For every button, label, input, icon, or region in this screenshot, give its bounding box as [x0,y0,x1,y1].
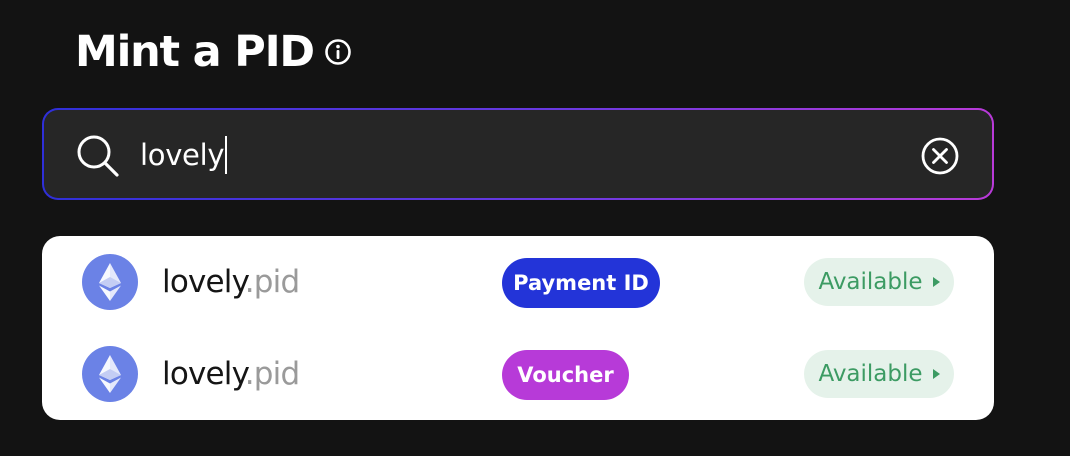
status-label: Available [818,361,923,387]
clear-search-icon[interactable] [920,136,960,176]
pid-name-base: lovely [162,264,246,300]
text-cursor [225,136,228,174]
caret-right-icon [932,277,940,287]
page-title: Mint a PID [75,26,315,77]
info-icon[interactable] [324,38,352,66]
available-button[interactable]: Available [804,350,954,398]
pid-name-tld: .pid [244,264,300,300]
pid-name: lovely.pid [162,261,300,303]
result-row[interactable]: lovely.pid Payment ID Available [42,236,994,328]
pid-name: lovely.pid [162,353,300,395]
search-icon [74,132,122,180]
search-input[interactable]: lovely [140,134,228,176]
search-box[interactable]: lovely [44,110,992,198]
pid-name-base: lovely [162,356,246,392]
voucher-tag: Voucher [502,350,629,400]
result-row[interactable]: lovely.pid Voucher Available [42,328,994,420]
search-field[interactable]: lovely [42,108,994,200]
title-row: Mint a PID [75,24,352,80]
caret-right-icon [932,369,940,379]
pid-name-tld: .pid [244,356,300,392]
search-input-value: lovely [140,138,225,172]
status-label: Available [818,269,923,295]
available-button[interactable]: Available [804,258,954,306]
ethereum-icon [82,254,138,310]
ethereum-icon [82,346,138,402]
payment-id-tag: Payment ID [502,258,660,308]
results-list: lovely.pid Payment ID Available lovely.p… [42,236,994,420]
